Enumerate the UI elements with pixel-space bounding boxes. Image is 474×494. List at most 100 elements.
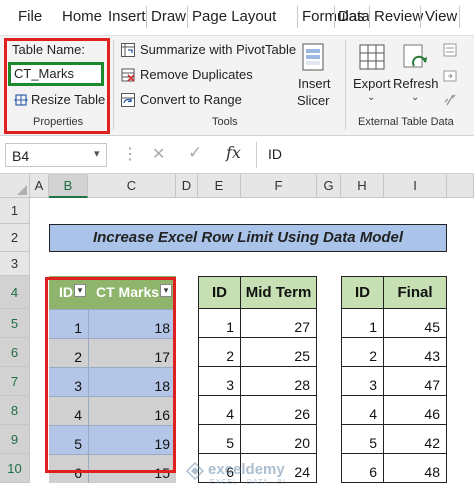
row-header-6[interactable]: 6 (0, 338, 30, 367)
formula-input[interactable]: ID (268, 146, 282, 162)
final-value-cell[interactable]: 45 (383, 308, 447, 338)
chevron-down-icon: ⌄ (367, 92, 376, 103)
row-header-4[interactable]: 4 (0, 276, 30, 309)
column-header-blank (447, 174, 474, 198)
midterm-id-cell[interactable]: 5 (198, 424, 241, 454)
tab-draw[interactable]: Draw (151, 8, 186, 25)
final-header-value: Final (383, 276, 447, 309)
insert-slicer-button[interactable]: Insert Slicer (290, 38, 336, 110)
insert-function-icon[interactable]: fx (226, 143, 241, 162)
ribbon-tab-bar: File Home Insert Draw Page Layout Formul… (0, 0, 474, 36)
column-header-c[interactable]: C (88, 174, 176, 198)
midterm-id-cell[interactable]: 2 (198, 337, 241, 367)
final-id-cell[interactable]: 2 (341, 337, 384, 367)
remove-duplicates-button[interactable]: Remove Duplicates (120, 65, 253, 85)
tab-file[interactable]: File (18, 8, 42, 25)
chevron-down-icon: ⌄ (411, 92, 420, 103)
tab-home[interactable]: Home (62, 8, 102, 25)
refresh-icon (403, 44, 427, 68)
midterm-id-cell[interactable]: 3 (198, 366, 241, 396)
refresh-button[interactable]: Refresh ⌄ (392, 38, 439, 110)
column-header-e[interactable]: E (198, 174, 241, 198)
unlink-icon[interactable] (442, 92, 458, 108)
midterm-value-cell[interactable]: 27 (240, 308, 317, 338)
group-divider (113, 40, 114, 130)
remove-duplicates-icon (121, 68, 135, 82)
row-header-5[interactable]: 5 (0, 309, 30, 338)
resize-table-button[interactable]: Resize Table (11, 90, 107, 110)
final-id-cell[interactable]: 5 (341, 424, 384, 454)
midterm-id-cell[interactable]: 4 (198, 395, 241, 425)
group-divider (345, 40, 346, 130)
summarize-pivottable-button[interactable]: Summarize with PivotTable (120, 40, 296, 60)
table-name-label: Table Name: (12, 42, 85, 57)
table-highlight-box (45, 277, 176, 473)
tab-insert[interactable]: Insert (108, 8, 146, 25)
final-id-cell[interactable]: 1 (341, 308, 384, 338)
properties-icon[interactable] (442, 42, 458, 58)
table-name-input[interactable]: CT_Marks (8, 62, 104, 86)
row-header-9[interactable]: 9 (0, 425, 30, 454)
ribbon-body: Table Name: CT_Marks Resize Table Proper… (0, 36, 474, 136)
row-header-10[interactable]: 10 (0, 454, 30, 483)
final-header-id: ID (341, 276, 384, 309)
column-header-d[interactable]: D (176, 174, 198, 198)
final-value-cell[interactable]: 46 (383, 395, 447, 425)
tab-data[interactable]: Data (338, 8, 370, 25)
row-header-2[interactable]: 2 (0, 224, 30, 252)
convert-to-range-button[interactable]: Convert to Range (120, 90, 250, 110)
row-header-8[interactable]: 8 (0, 396, 30, 425)
final-value-cell[interactable]: 43 (383, 337, 447, 367)
midterm-value-cell[interactable]: 20 (240, 424, 317, 454)
sheet-title: Increase Excel Row Limit Using Data Mode… (49, 224, 447, 252)
export-icon (359, 44, 385, 70)
midterm-value-cell[interactable]: 26 (240, 395, 317, 425)
formula-divider (256, 142, 257, 168)
tab-review[interactable]: Review (374, 8, 423, 25)
row-header-7[interactable]: 7 (0, 367, 30, 396)
convert-to-range-label: Convert to Range (140, 92, 242, 107)
midterm-id-cell[interactable]: 1 (198, 308, 241, 338)
table-data-small-buttons (440, 42, 470, 112)
tab-divider (187, 6, 188, 28)
column-header-b[interactable]: B (49, 174, 88, 198)
column-header-a[interactable]: A (30, 174, 49, 198)
external-table-data-group-label: External Table Data (358, 116, 454, 128)
tab-view[interactable]: View (425, 8, 457, 25)
final-value-cell[interactable]: 42 (383, 424, 447, 454)
tools-group-label: Tools (212, 116, 238, 128)
watermark-text: exceldemy (208, 461, 285, 478)
tab-page-layout[interactable]: Page Layout (192, 8, 276, 25)
slicer-icon (302, 43, 324, 71)
cancel-icon[interactable]: ✕ (152, 144, 165, 164)
row-header-1[interactable]: 1 (0, 198, 30, 224)
row-header-3[interactable]: 3 (0, 252, 30, 276)
name-box-dropdown-icon[interactable]: ▾ (94, 147, 100, 160)
final-id-cell[interactable]: 6 (341, 453, 384, 483)
final-id-cell[interactable]: 4 (341, 395, 384, 425)
midterm-value-cell[interactable]: 28 (240, 366, 317, 396)
name-box[interactable]: B4 ▾ (5, 143, 107, 167)
tab-divider (459, 6, 460, 28)
resize-table-label: Resize Table (31, 92, 106, 107)
formula-bar: B4 ▾ ⋮ ✕ ✓ fx ID (0, 136, 474, 174)
column-header-g[interactable]: G (317, 174, 341, 198)
resize-table-icon (14, 94, 28, 106)
final-value-cell[interactable]: 47 (383, 366, 447, 396)
more-options-icon: ⋮ (122, 146, 138, 163)
select-all-icon (17, 185, 27, 195)
column-header-i[interactable]: I (384, 174, 447, 198)
midterm-value-cell[interactable]: 25 (240, 337, 317, 367)
final-value-cell[interactable]: 48 (383, 453, 447, 483)
tab-divider (420, 6, 421, 28)
tab-divider (334, 6, 335, 28)
enter-icon[interactable]: ✓ (188, 143, 202, 163)
summarize-label: Summarize with PivotTable (140, 42, 297, 57)
column-header-f[interactable]: F (241, 174, 317, 198)
final-id-cell[interactable]: 3 (341, 366, 384, 396)
select-all-corner[interactable] (0, 174, 30, 198)
column-header-h[interactable]: H (341, 174, 384, 198)
open-in-browser-icon[interactable] (442, 68, 458, 84)
export-button[interactable]: Export ⌄ (352, 38, 392, 110)
midterm-header-value: Mid Term (240, 276, 317, 309)
